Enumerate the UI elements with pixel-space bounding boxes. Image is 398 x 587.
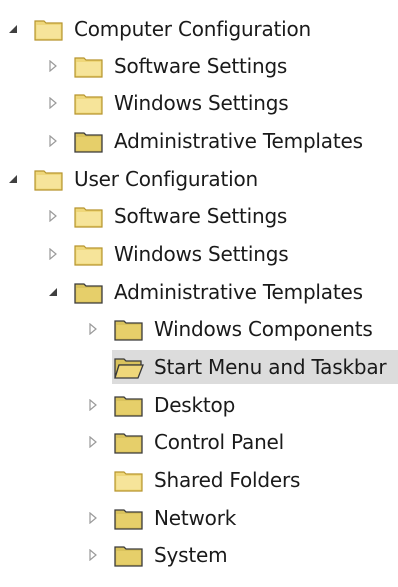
collapsed-arrow-icon[interactable] xyxy=(46,96,60,110)
tree-item-computer-configuration[interactable]: Computer Configuration xyxy=(6,12,311,46)
group-policy-tree: Computer Configuration Software Settings… xyxy=(0,0,398,587)
tree-item-label: Administrative Templates xyxy=(114,129,363,153)
tree-item-label: System xyxy=(154,543,228,567)
folder-icon xyxy=(114,468,144,492)
folder-icon xyxy=(74,204,104,228)
collapsed-arrow-icon[interactable] xyxy=(86,548,100,562)
tree-item-windows-settings[interactable]: Windows Settings xyxy=(46,237,289,271)
folder-icon xyxy=(74,91,104,115)
tree-item-user-configuration[interactable]: User Configuration xyxy=(6,162,258,196)
tree-item-administrative-templates[interactable]: Administrative Templates xyxy=(46,124,363,158)
tree-item-label: Windows Components xyxy=(154,317,373,341)
tree-item-label: Start Menu and Taskbar xyxy=(154,355,387,379)
tree-item-administrative-templates[interactable]: Administrative Templates xyxy=(46,275,363,309)
folder-icon xyxy=(74,54,104,78)
tree-item-control-panel[interactable]: Control Panel xyxy=(86,425,284,459)
folder-icon xyxy=(114,393,144,417)
collapsed-arrow-icon[interactable] xyxy=(46,247,60,261)
folder-icon xyxy=(74,242,104,266)
tree-item-windows-components[interactable]: Windows Components xyxy=(86,312,373,346)
tree-item-label: Desktop xyxy=(154,393,236,417)
folder-icon xyxy=(74,280,104,304)
tree-item-label: Control Panel xyxy=(154,430,285,454)
collapsed-arrow-icon[interactable] xyxy=(46,209,60,223)
folder-icon xyxy=(114,430,144,454)
collapsed-arrow-icon[interactable] xyxy=(86,322,100,336)
tree-item-label: Shared Folders xyxy=(154,468,301,492)
collapsed-arrow-icon[interactable] xyxy=(86,398,100,412)
collapsed-arrow-icon[interactable] xyxy=(46,59,60,73)
collapsed-arrow-icon[interactable] xyxy=(46,134,60,148)
tree-item-windows-settings[interactable]: Windows Settings xyxy=(46,86,289,120)
tree-item-start-menu-and-taskbar[interactable]: Start Menu and Taskbar xyxy=(112,350,398,384)
tree-item-label: Software Settings xyxy=(114,204,288,228)
folder-icon xyxy=(114,317,144,341)
collapsed-arrow-icon[interactable] xyxy=(86,435,100,449)
tree-item-label: Network xyxy=(154,506,237,530)
tree-item-software-settings[interactable]: Software Settings xyxy=(46,199,287,233)
folder-icon xyxy=(34,167,64,191)
expanded-arrow-icon[interactable] xyxy=(6,22,20,36)
tree-item-label: Software Settings xyxy=(114,54,288,78)
collapsed-arrow-icon[interactable] xyxy=(86,511,100,525)
tree-item-label: User Configuration xyxy=(74,167,258,191)
expanded-arrow-icon[interactable] xyxy=(46,285,60,299)
open-folder-icon xyxy=(114,355,144,379)
tree-item-software-settings[interactable]: Software Settings xyxy=(46,49,287,83)
folder-icon xyxy=(74,129,104,153)
folder-icon xyxy=(114,543,144,567)
tree-item-label: Windows Settings xyxy=(114,91,289,115)
tree-item-label: Administrative Templates xyxy=(114,280,363,304)
tree-item-desktop[interactable]: Desktop xyxy=(86,388,235,422)
expanded-arrow-icon[interactable] xyxy=(6,172,20,186)
folder-icon xyxy=(34,17,64,41)
tree-item-network[interactable]: Network xyxy=(86,501,236,535)
tree-item-label: Windows Settings xyxy=(114,242,289,266)
tree-item-system[interactable]: System xyxy=(86,538,228,572)
tree-item-shared-folders[interactable]: Shared Folders xyxy=(114,463,300,497)
tree-item-label: Computer Configuration xyxy=(74,17,312,41)
folder-icon xyxy=(114,506,144,530)
